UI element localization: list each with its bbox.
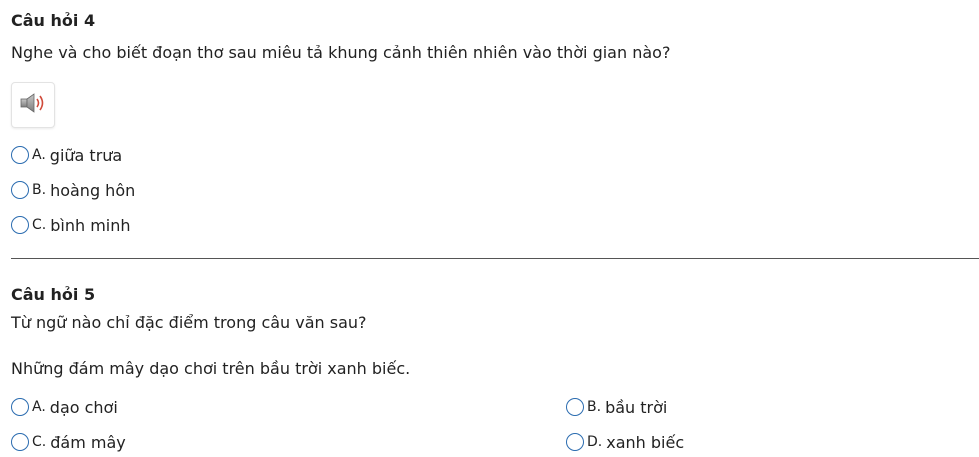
radio-button[interactable] [11, 398, 29, 416]
option-b[interactable]: B. hoàng hôn [11, 179, 135, 201]
option-key: B. [32, 182, 47, 198]
question-divider [11, 258, 979, 259]
radio-button[interactable] [11, 146, 29, 164]
option-key: A. [32, 147, 46, 163]
radio-button[interactable] [566, 398, 584, 416]
option-key: C. [32, 217, 47, 233]
radio-button[interactable] [11, 433, 29, 451]
option-text: bầu trời [605, 397, 668, 417]
option-key: B. [587, 399, 602, 415]
option-text: giữa trưa [49, 145, 123, 165]
question-title: Câu hỏi 5 [11, 285, 96, 304]
option-text: bình minh [50, 215, 131, 235]
question-prompt: Từ ngữ nào chỉ đặc điểm trong câu văn sa… [11, 313, 367, 332]
option-text: đám mây [50, 432, 126, 452]
option-key: C. [32, 434, 47, 450]
option-text: dạo chơi [49, 397, 118, 417]
option-key: D. [587, 434, 603, 450]
option-a[interactable]: A. giữa trưa [11, 144, 122, 166]
question-prompt: Nghe và cho biết đoạn thơ sau miêu tả kh… [11, 43, 671, 62]
radio-button[interactable] [11, 216, 29, 234]
option-text: hoàng hôn [50, 180, 136, 200]
option-text: xanh biếc [606, 432, 685, 452]
option-key: A. [32, 399, 46, 415]
radio-button[interactable] [11, 181, 29, 199]
speaker-icon [19, 91, 47, 119]
option-d[interactable]: D. xanh biếc [566, 431, 684, 453]
option-b[interactable]: B. bầu trời [566, 396, 667, 418]
question-title: Câu hỏi 4 [11, 11, 96, 30]
option-c[interactable]: C. bình minh [11, 214, 131, 236]
audio-play-button[interactable] [11, 82, 55, 128]
option-c[interactable]: C. đám mây [11, 431, 126, 453]
question-sentence: Những đám mây dạo chơi trên bầu trời xan… [11, 359, 411, 378]
radio-button[interactable] [566, 433, 584, 451]
option-a[interactable]: A. dạo chơi [11, 396, 118, 418]
